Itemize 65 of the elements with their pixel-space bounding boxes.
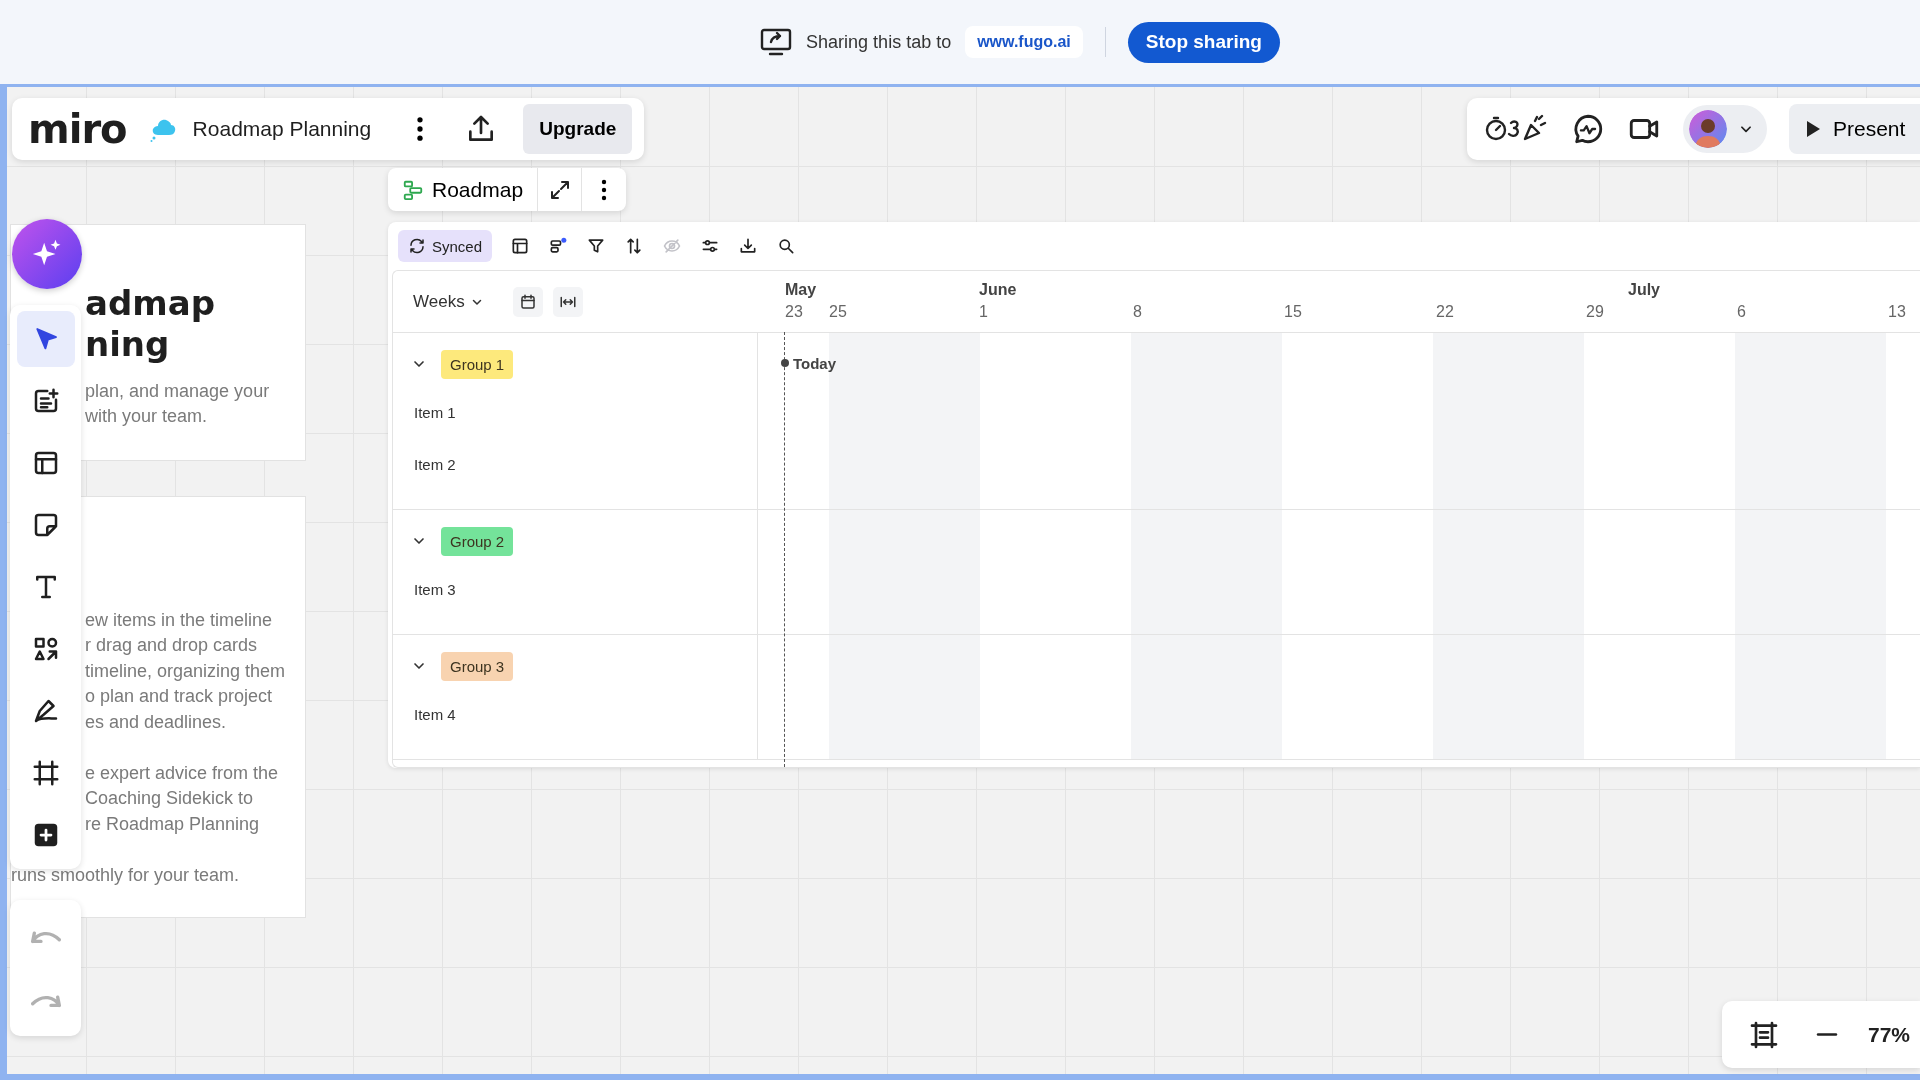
card-heading: admap	[85, 283, 216, 324]
card-text: es and deadlines.	[85, 710, 228, 734]
card-text: o plan and track project	[85, 685, 274, 709]
sync-icon	[408, 237, 426, 255]
item-label: Item 3	[414, 580, 456, 598]
card-text: Coaching Sidekick to	[85, 787, 255, 811]
month-label: July	[1628, 281, 1660, 299]
item-label: Item 2	[414, 455, 456, 473]
undo-icon	[30, 928, 61, 944]
card-text: ew items in the timeline	[85, 609, 274, 632]
item-label: Item 4	[414, 705, 456, 723]
card-text: r drag and drop cards	[85, 634, 259, 658]
screen-share-icon	[760, 28, 793, 56]
calendar-icon	[518, 292, 537, 311]
chat-icon[interactable]	[1571, 112, 1605, 146]
today-dot-icon	[781, 359, 789, 367]
card-heading: ning	[85, 324, 171, 365]
group-tag[interactable]: Group 2	[441, 526, 514, 556]
card-text: timeline, organizing them	[85, 659, 287, 683]
card-text: e expert advice from the	[85, 762, 280, 786]
roadmap-icon	[402, 178, 424, 201]
avatar	[1689, 110, 1727, 148]
kebab-icon	[417, 117, 424, 141]
card-text: runs smoothly for your team.	[11, 864, 241, 888]
date-label: 29	[1586, 303, 1604, 321]
play-icon	[1805, 120, 1821, 138]
table-icon	[510, 236, 531, 256]
download-icon	[738, 236, 759, 256]
grouping-icon	[548, 236, 569, 256]
stop-sharing-button[interactable]: Stop sharing	[1127, 21, 1280, 63]
date-label: 13	[1888, 303, 1906, 321]
scale-dropdown[interactable]: Weeks	[407, 290, 489, 313]
card-text: re Roadmap Planning	[85, 812, 261, 836]
date-label: 23	[785, 303, 803, 321]
fit-width-button[interactable]	[552, 286, 583, 317]
month-label: June	[979, 281, 1017, 299]
date-label: 8	[1133, 303, 1142, 321]
card-text: plan, and manage your	[85, 380, 271, 403]
board-title: Roadmap Planning	[192, 117, 372, 141]
hidden-eye-icon	[662, 236, 683, 256]
calendar-button[interactable]	[512, 286, 543, 317]
logo: miro	[28, 106, 127, 152]
share-link[interactable]: www.fugo.ai	[965, 26, 1083, 58]
synced-button[interactable]: Synced	[398, 230, 493, 262]
redo-icon	[30, 992, 61, 1008]
user-menu-button[interactable]	[1683, 105, 1767, 153]
date-label: 6	[1737, 303, 1746, 321]
tool-button[interactable]	[16, 311, 75, 367]
item-label: Item 1	[414, 403, 456, 421]
date-label: 25	[829, 303, 847, 321]
minus-icon	[1815, 1033, 1838, 1036]
roadmap-tab[interactable]: Roadmap	[388, 168, 539, 211]
zoom-level[interactable]: 77%	[1867, 1022, 1910, 1047]
kebab-icon	[601, 178, 608, 201]
date-label: 15	[1284, 303, 1302, 321]
card-text: with your team.	[85, 405, 209, 429]
sharing-text: Sharing this tab to	[806, 31, 952, 53]
group-tag[interactable]: Group 1	[441, 349, 514, 379]
date-label: 22	[1436, 303, 1454, 321]
present-button[interactable]: Present	[1789, 104, 1920, 154]
date-label: 1	[979, 303, 988, 321]
month-label: May	[785, 281, 817, 299]
upgrade-button[interactable]: Upgrade	[523, 104, 633, 154]
today-label: Today	[793, 355, 837, 372]
group-tag[interactable]: Group 3	[441, 651, 514, 681]
